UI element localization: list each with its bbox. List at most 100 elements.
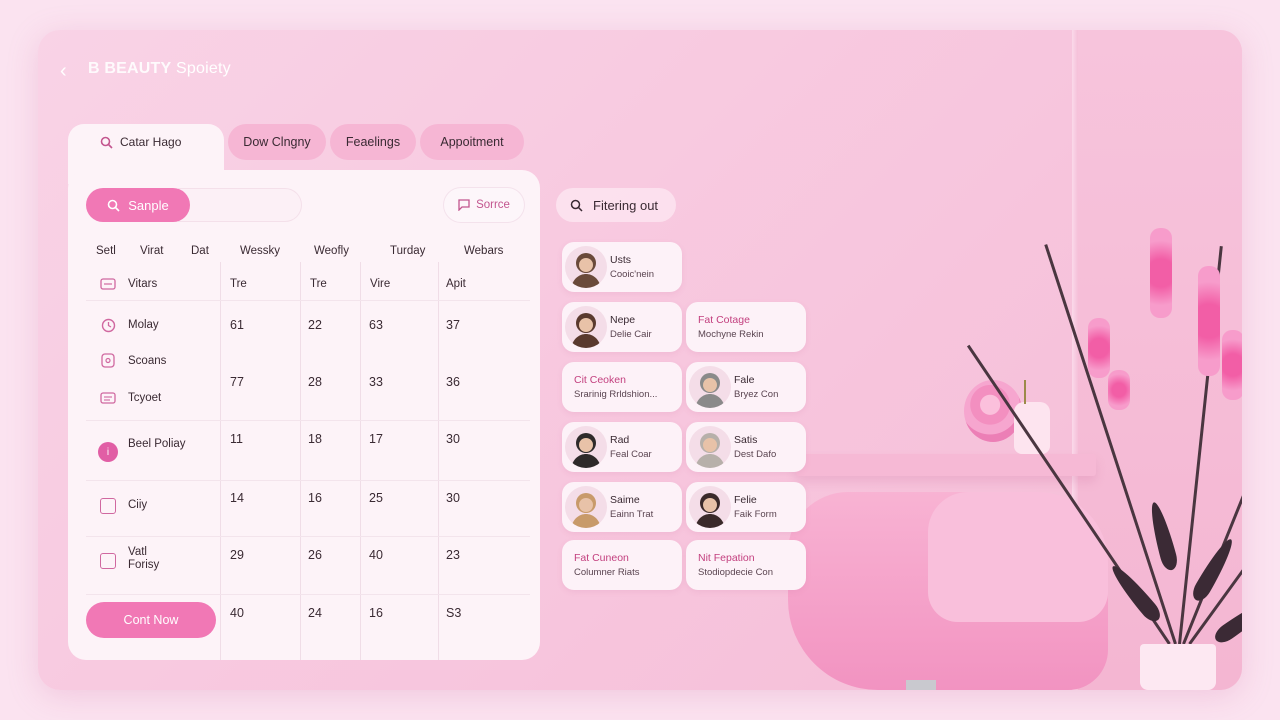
gift-icon	[100, 352, 116, 368]
profile-name: Satis	[734, 434, 758, 446]
table-cell: 11	[230, 432, 243, 446]
info-icon: i	[98, 442, 118, 462]
grid-divider	[220, 262, 221, 660]
source-button-label: Sorrce	[476, 199, 510, 211]
profile-subtitle: Feal Coar	[610, 449, 652, 460]
comment-icon	[458, 199, 470, 211]
grid-divider	[360, 262, 361, 660]
brand-logo: B BEAUTY Spoiety	[88, 60, 231, 78]
profile-card[interactable]: Usts Cooic'nein	[562, 242, 682, 292]
profile-name: Nit Fepation	[698, 552, 755, 564]
row-label[interactable]: Ciiy	[128, 499, 147, 512]
column-header[interactable]: Weofly	[314, 245, 349, 257]
table-cell: 16	[369, 606, 383, 620]
avatar	[689, 366, 731, 408]
profile-card[interactable]: Fat Cuneon Columner Riats	[562, 540, 682, 590]
checkbox-icon[interactable]	[100, 498, 116, 514]
profile-card[interactable]: Nit Fepation Stodiopdecie Con	[686, 540, 806, 590]
table-cell: 37	[446, 318, 460, 332]
vase-decoration	[1014, 402, 1050, 454]
column-header[interactable]: Setl	[96, 245, 116, 257]
row-label[interactable]: Beel Poliay	[128, 438, 188, 451]
column-header[interactable]: Webars	[464, 245, 503, 257]
profile-name: Felie	[734, 494, 757, 506]
back-chevron-icon[interactable]: ‹	[60, 60, 67, 83]
search-icon	[107, 199, 120, 212]
table-cell: 36	[446, 375, 460, 389]
grid-divider	[438, 262, 439, 660]
tab-1[interactable]: Dow Clngny	[228, 124, 326, 160]
table-cell: 17	[369, 432, 383, 446]
chair-leg-decoration	[906, 680, 936, 690]
profile-card[interactable]: Rad Feal Coar	[562, 422, 682, 472]
profile-card[interactable]: Fale Bryez Con	[686, 362, 806, 412]
profile-name: Usts	[610, 254, 631, 266]
clock-icon	[100, 317, 116, 333]
source-button[interactable]: Sorrce	[444, 188, 524, 222]
profile-name: Fat Cuneon	[574, 552, 629, 564]
profile-subtitle: Srarinig Rrldshion...	[574, 389, 658, 400]
profile-name: Saime	[610, 494, 640, 506]
flower-bloom	[1198, 266, 1220, 376]
profile-card[interactable]: Fat Cotage Mochyne Rekin	[686, 302, 806, 352]
flower-bloom	[1150, 228, 1172, 318]
grid-divider	[86, 420, 530, 421]
sample-button-label: Sanple	[128, 197, 169, 213]
table-cell: 40	[369, 548, 383, 562]
brand-bold: B BEAUTY	[88, 60, 172, 77]
profile-name: Nepe	[610, 314, 636, 326]
profile-card[interactable]: Cit Ceoken Srarinig Rrldshion...	[562, 362, 682, 412]
row-label[interactable]: Vatl Forisy	[128, 546, 178, 572]
table-cell: 63	[369, 318, 383, 332]
table-cell: 33	[369, 375, 383, 389]
tab-1-label: Dow Clngny	[243, 135, 311, 149]
table-cell: 28	[308, 375, 322, 389]
tab-3[interactable]: Appoitment	[420, 124, 524, 160]
profile-subtitle: Delie Cair	[610, 329, 652, 340]
profile-subtitle: Mochyne Rekin	[698, 329, 764, 340]
row-label[interactable]: Scoans	[128, 355, 166, 368]
profile-name: Cit Ceoken	[574, 374, 626, 386]
row-label[interactable]: Tcyoet	[128, 392, 161, 405]
subheader: Tre	[230, 278, 247, 290]
table-cell: 61	[230, 318, 244, 332]
grid-divider	[86, 594, 530, 595]
profile-subtitle: Eainn Trat	[610, 509, 654, 520]
table-cell: 30	[446, 491, 460, 505]
tab-3-label: Appoitment	[440, 135, 504, 149]
cont-now-button[interactable]: Cont Now	[86, 602, 216, 638]
search-icon	[100, 136, 113, 152]
table-cell: 77	[230, 375, 244, 389]
table-cell: 24	[308, 606, 322, 620]
list-icon	[100, 390, 116, 406]
schedule-panel	[68, 170, 540, 660]
sample-field[interactable]	[178, 188, 302, 222]
profile-card[interactable]: Nepe Delie Cair	[562, 302, 682, 352]
column-header[interactable]: Virat	[140, 245, 163, 257]
row-label[interactable]: Molay	[128, 319, 159, 332]
profile-card[interactable]: Satis Dest Dafo	[686, 422, 806, 472]
avatar	[689, 426, 731, 468]
profile-card[interactable]: Felie Faik Form	[686, 482, 806, 532]
brand-rest: Spoiety	[171, 60, 231, 77]
sample-button[interactable]: Sanple	[86, 188, 190, 222]
grid-divider	[86, 300, 530, 301]
table-cell: 22	[308, 318, 322, 332]
column-header[interactable]: Wessky	[240, 245, 280, 257]
column-header[interactable]: Dat	[191, 245, 209, 257]
table-cell: 29	[230, 548, 244, 562]
profile-name: Fat Cotage	[698, 314, 750, 326]
search-icon	[570, 199, 583, 212]
profile-card[interactable]: Saime Eainn Trat	[562, 482, 682, 532]
subheader: Tre	[310, 278, 327, 290]
grid-divider	[86, 536, 530, 537]
card-icon	[100, 276, 116, 292]
grid-divider	[86, 480, 530, 481]
profile-subtitle: Faik Form	[734, 509, 777, 520]
checkbox-icon[interactable]	[100, 553, 116, 569]
filter-search[interactable]: Fitering out	[556, 188, 676, 222]
column-header[interactable]: Turday	[390, 245, 425, 257]
tab-2[interactable]: Feaelings	[330, 124, 416, 160]
subheader: Vire	[370, 278, 391, 290]
row-label[interactable]: Vitars	[128, 278, 157, 291]
